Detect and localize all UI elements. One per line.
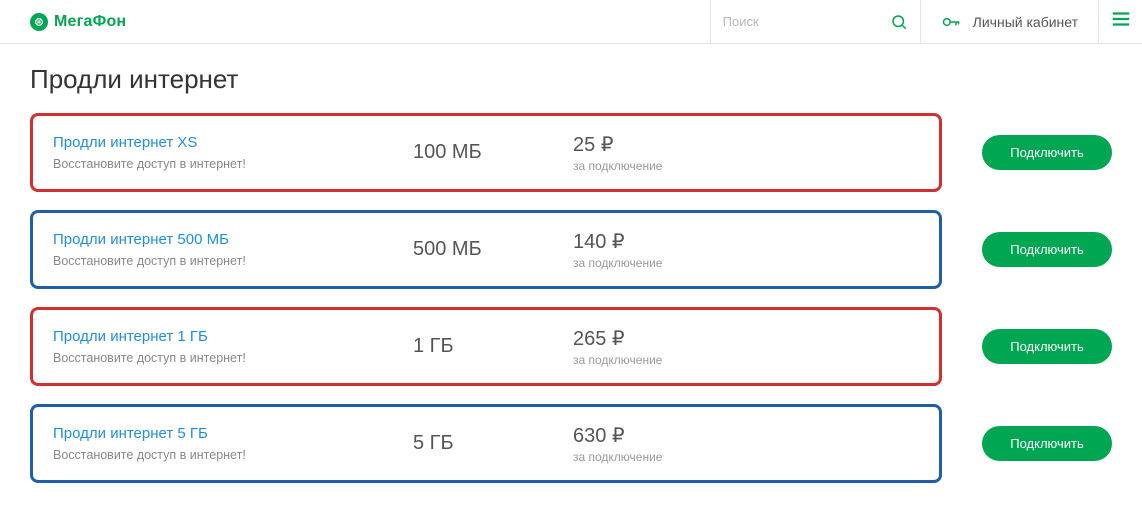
plan-price-sub: за подключение [573,159,733,173]
page-title: Продли интернет [30,64,1112,95]
brand-name: МегаФон [54,13,126,31]
connect-button[interactable]: Подключить [982,232,1112,267]
plan-title[interactable]: Продли интернет 1 ГБ [53,328,413,345]
plan-card[interactable]: Продли интернет 5 ГБ Восстановите доступ … [30,404,942,483]
plan-subtitle: Восстановите доступ в интернет! [53,157,413,171]
plan-row: Продли интернет 5 ГБ Восстановите доступ … [30,404,1112,483]
plan-price-wrap: 140 ₽ за подключение [573,229,733,270]
plan-title[interactable]: Продли интернет XS [53,134,413,151]
plan-info: Продли интернет 500 МБ Восстановите досту… [53,231,413,268]
plan-price-sub: за подключение [573,353,733,367]
connect-button[interactable]: Подключить [982,426,1112,461]
plan-price: 140 ₽ [573,229,733,254]
header: МегаФон Личный кабинет [0,0,1142,44]
menu-button[interactable] [1098,0,1142,44]
plan-quota: 100 МБ [413,141,573,164]
plan-card[interactable]: Продли интернет 1 ГБ Восстановите доступ … [30,307,942,386]
plan-price: 265 ₽ [573,326,733,351]
cabinet-label: Личный кабинет [973,14,1078,30]
content-area: Продли интернет Продли интернет XS Восста… [0,44,1142,483]
plan-row: Продли интернет 500 МБ Восстановите досту… [30,210,1112,289]
plan-price-sub: за подключение [573,256,733,270]
plan-row: Продли интернет 1 ГБ Восстановите доступ … [30,307,1112,386]
plan-subtitle: Восстановите доступ в интернет! [53,351,413,365]
plan-row: Продли интернет XS Восстановите доступ в … [30,113,1112,192]
plan-price-wrap: 25 ₽ за подключение [573,132,733,173]
plan-title[interactable]: Продли интернет 5 ГБ [53,425,413,442]
key-icon [941,12,961,32]
plan-list: Продли интернет XS Восстановите доступ в … [30,113,1112,483]
personal-cabinet-link[interactable]: Личный кабинет [920,0,1098,44]
plan-subtitle: Восстановите доступ в интернет! [53,254,413,268]
plan-price-sub: за подключение [573,450,733,464]
plan-info: Продли интернет 5 ГБ Восстановите доступ … [53,425,413,462]
logo[interactable]: МегаФон [30,13,126,31]
connect-button[interactable]: Подключить [982,135,1112,170]
plan-card[interactable]: Продли интернет 500 МБ Восстановите досту… [30,210,942,289]
plan-quota: 1 ГБ [413,335,573,358]
plan-price-wrap: 265 ₽ за подключение [573,326,733,367]
plan-info: Продли интернет XS Восстановите доступ в … [53,134,413,171]
hamburger-icon [1110,8,1132,35]
plan-title[interactable]: Продли интернет 500 МБ [53,231,413,248]
search-box [710,0,920,44]
plan-quota: 5 ГБ [413,432,573,455]
plan-card[interactable]: Продли интернет XS Восстановите доступ в … [30,113,942,192]
logo-icon [30,13,48,31]
plan-price-wrap: 630 ₽ за подключение [573,423,733,464]
plan-quota: 500 МБ [413,238,573,261]
plan-price: 630 ₽ [573,423,733,448]
plan-price: 25 ₽ [573,132,733,157]
connect-button[interactable]: Подключить [982,329,1112,364]
search-icon[interactable] [890,13,908,31]
search-input[interactable] [723,14,890,29]
plan-info: Продли интернет 1 ГБ Восстановите доступ … [53,328,413,365]
plan-subtitle: Восстановите доступ в интернет! [53,448,413,462]
